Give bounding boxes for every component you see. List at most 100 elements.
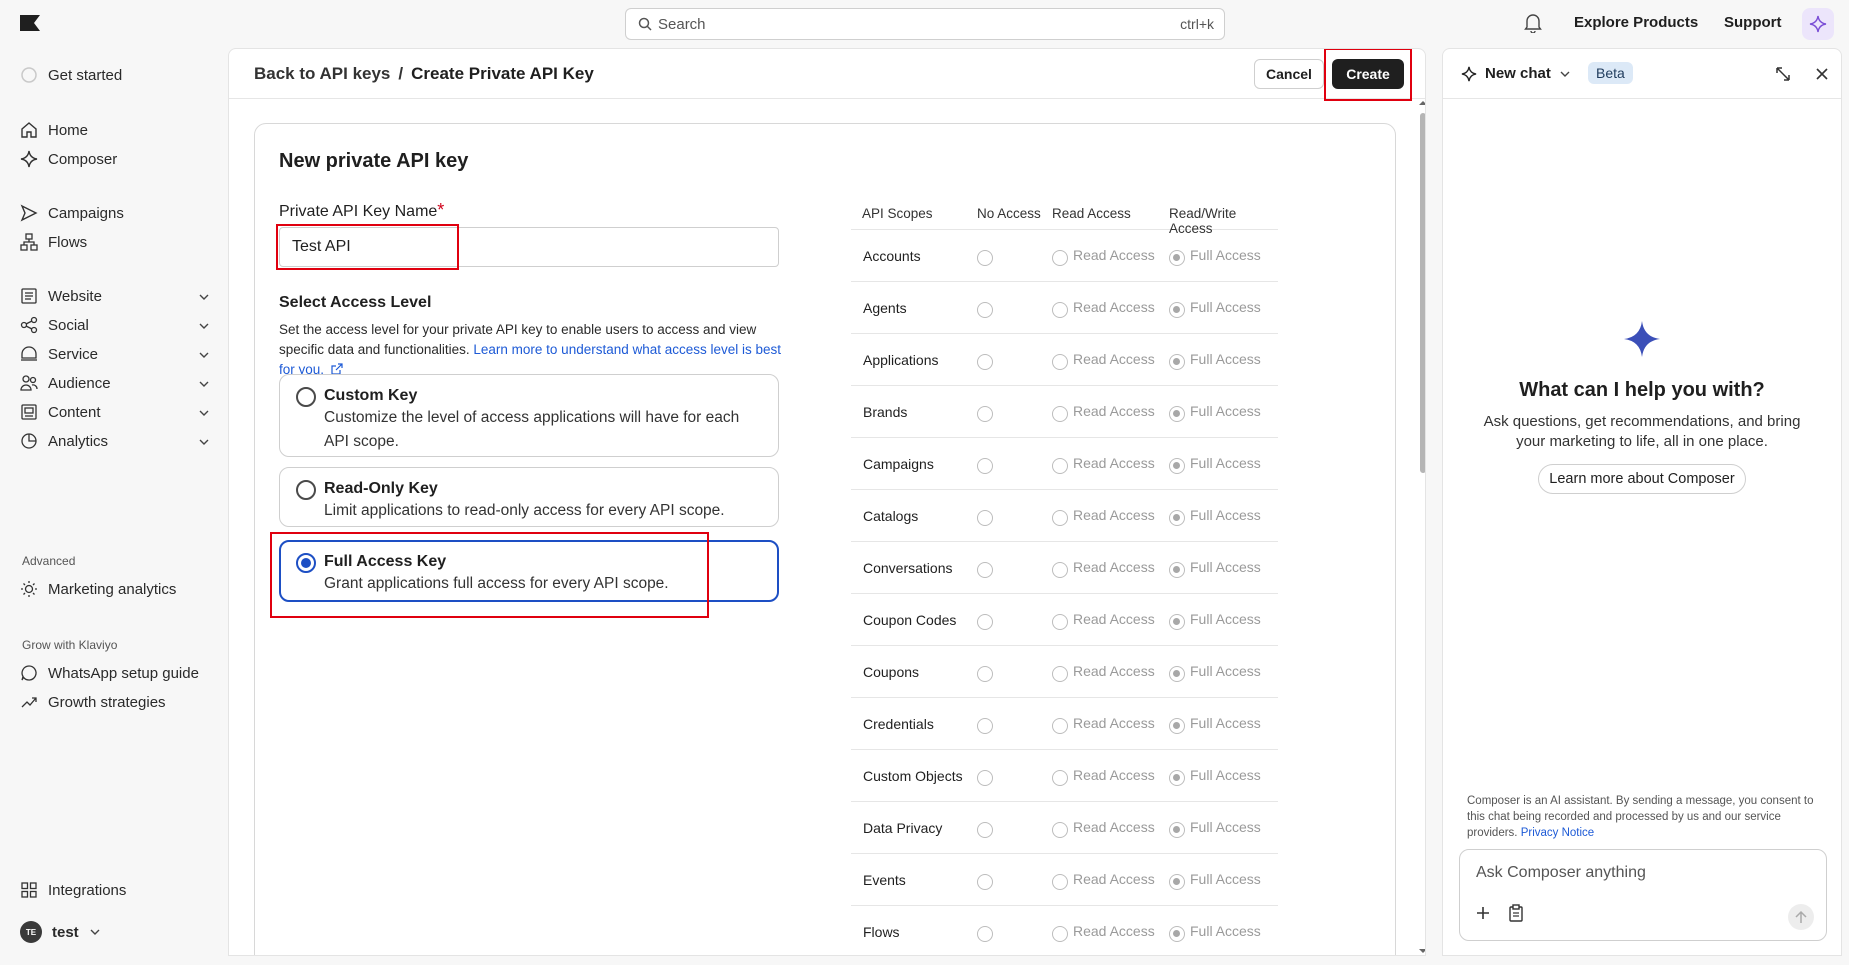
chevron-down-icon [199,294,209,300]
read-access-radio[interactable] [1052,666,1068,682]
klaviyo-logo-icon[interactable] [20,15,40,31]
back-to-api-keys-link[interactable]: Back to API keys [254,64,390,83]
plus-icon[interactable] [1476,906,1490,920]
scroll-down-icon[interactable] [1419,947,1426,955]
search-bar[interactable]: Search ctrl+k [625,8,1225,40]
no-access-radio[interactable] [977,874,993,890]
no-access-radio[interactable] [977,770,993,786]
sidebar-item-marketing-analytics[interactable]: Marketing analytics [20,580,210,598]
sidebar-item-label: Marketing analytics [48,580,177,598]
chevron-down-icon [1560,71,1570,77]
no-access-radio[interactable] [977,562,993,578]
bell-icon[interactable] [1524,13,1542,33]
sidebar-item-content[interactable]: Content [20,403,210,421]
read-access-radio[interactable] [1052,302,1068,318]
sidebar-item-audience[interactable]: Audience [20,374,210,392]
no-access-radio[interactable] [977,406,993,422]
full-access-radio[interactable] [1169,822,1185,838]
read-access-radio[interactable] [1052,510,1068,526]
read-access-radio[interactable] [1052,718,1068,734]
full-access-radio[interactable] [1169,666,1185,682]
no-access-radio[interactable] [977,354,993,370]
full-access-radio[interactable] [1169,874,1185,890]
read-access-label: Read Access [1073,299,1155,315]
scrollbar[interactable] [1419,99,1426,955]
no-access-radio[interactable] [977,614,993,630]
full-access-radio[interactable] [1169,562,1185,578]
read-access-radio[interactable] [1052,250,1068,266]
scroll-up-icon[interactable] [1419,99,1426,107]
no-access-radio[interactable] [977,302,993,318]
sidebar-item-website[interactable]: Website [20,287,210,305]
full-access-radio[interactable] [1169,302,1185,318]
create-button-highlight [1324,49,1412,101]
sidebar-item-flows[interactable]: Flows [20,233,210,251]
read-access-radio[interactable] [1052,822,1068,838]
sidebar-item-get-started[interactable]: Get started [20,66,210,84]
read-access-radio[interactable] [1052,770,1068,786]
no-access-radio[interactable] [977,926,993,942]
sidebar-item-social[interactable]: Social [20,316,210,334]
sidebar-item-composer[interactable]: Composer [20,150,210,168]
close-icon[interactable] [1815,67,1829,81]
full-access-radio[interactable] [1169,406,1185,422]
read-access-radio[interactable] [1052,614,1068,630]
no-access-radio[interactable] [977,510,993,526]
full-access-radio[interactable] [1169,770,1185,786]
read-access-label: Read Access [1073,403,1155,419]
full-access-label: Full Access [1190,663,1261,679]
read-access-radio[interactable] [1052,406,1068,422]
full-access-radio[interactable] [1169,614,1185,630]
option-title: Read-Only Key [324,480,438,497]
chat-input-placeholder[interactable]: Ask Composer anything [1476,864,1646,882]
explore-products-link[interactable]: Explore Products [1574,14,1698,31]
read-access-radio[interactable] [1052,562,1068,578]
sidebar-item-label: Social [48,316,89,334]
cancel-button[interactable]: Cancel [1254,59,1324,89]
option-custom-key[interactable]: Custom Key Customize the level of access… [279,374,779,457]
privacy-notice-link[interactable]: Privacy Notice [1521,827,1595,839]
sidebar-item-whatsapp[interactable]: WhatsApp setup guide [20,664,210,682]
no-access-radio[interactable] [977,822,993,838]
read-access-radio[interactable] [1052,874,1068,890]
composer-toggle-button[interactable] [1802,8,1834,40]
full-access-radio[interactable] [1169,926,1185,942]
scope-table-header: API Scopes No Access Read Access Read/Wr… [851,202,1278,236]
sparkle-icon [20,150,38,168]
scrollbar-thumb[interactable] [1420,113,1425,473]
option-read-only-key[interactable]: Read-Only Key Limit applications to read… [279,467,779,527]
full-access-radio[interactable] [1169,510,1185,526]
clipboard-icon[interactable] [1508,904,1524,922]
support-link[interactable]: Support [1724,14,1782,31]
no-access-radio[interactable] [977,666,993,682]
full-access-radio[interactable] [1169,354,1185,370]
share-icon [20,316,38,334]
custom-key-radio[interactable] [296,387,316,407]
read-access-radio[interactable] [1052,354,1068,370]
no-access-radio[interactable] [977,250,993,266]
no-access-radio[interactable] [977,458,993,474]
sidebar-item-growth[interactable]: Growth strategies [20,693,210,711]
expand-icon[interactable] [1775,66,1791,82]
sidebar-item-analytics[interactable]: Analytics [20,432,210,450]
read-access-radio[interactable] [1052,458,1068,474]
sidebar-item-service[interactable]: Service [20,345,210,363]
full-access-radio[interactable] [1169,250,1185,266]
new-chat-dropdown[interactable]: New chat [1461,65,1571,82]
send-button[interactable] [1788,904,1814,930]
header-no-access: No Access [977,206,1041,221]
sidebar-item-home[interactable]: Home [20,121,210,139]
account-menu[interactable]: TE test [20,921,101,943]
sidebar-item-label: Home [48,121,89,139]
chat-input-box[interactable]: Ask Composer anything [1459,849,1827,941]
full-access-radio[interactable] [1169,458,1185,474]
read-access-radio[interactable] [1052,926,1068,942]
full-access-radio[interactable] [1169,718,1185,734]
learn-more-composer-button[interactable]: Learn more about Composer [1538,464,1746,494]
name-input-highlight [276,224,459,270]
read-only-key-radio[interactable] [296,480,316,500]
option-description: Limit applications to read-only access f… [324,502,725,519]
sidebar-item-campaigns[interactable]: Campaigns [20,204,210,222]
sidebar-item-integrations[interactable]: Integrations [20,881,210,899]
no-access-radio[interactable] [977,718,993,734]
